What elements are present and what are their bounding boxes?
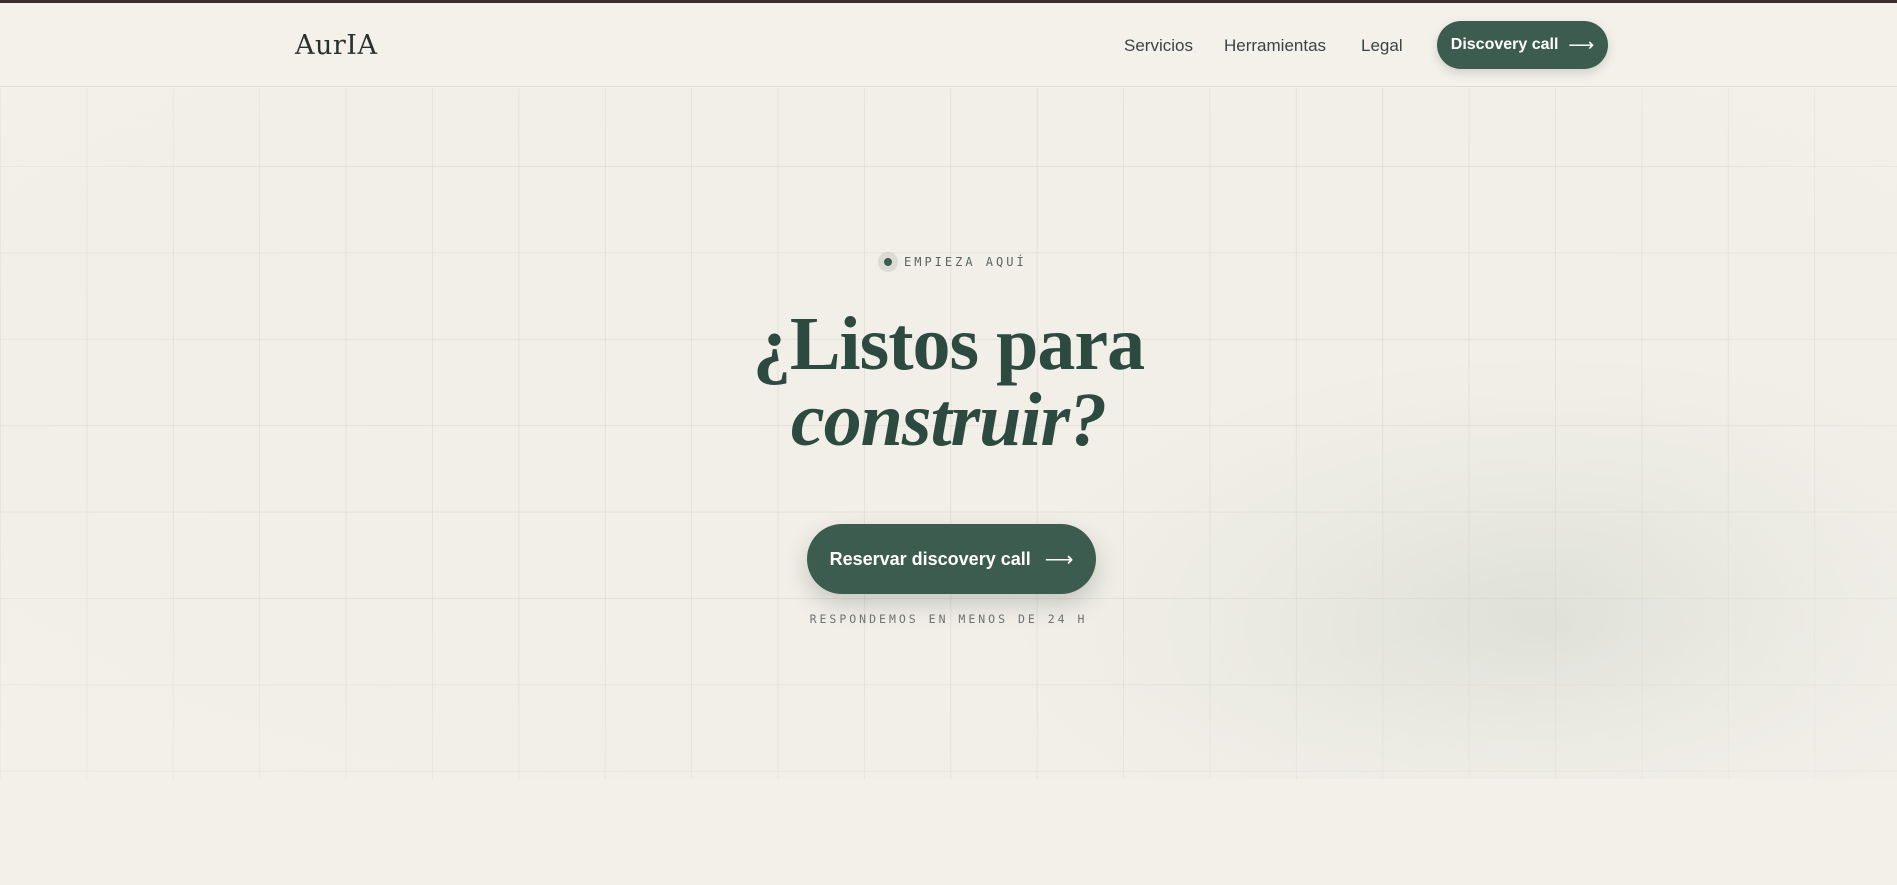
discovery-call-button[interactable]: Discovery call ⟶ <box>1437 21 1608 69</box>
hero-section: EMPIEZA AQUÍ ¿Listos para construir? Res… <box>0 88 1897 779</box>
reserve-discovery-call-button[interactable]: Reservar discovery call ⟶ <box>807 524 1096 594</box>
arrow-right-icon: ⟶ <box>1044 548 1074 571</box>
hero-headline: ¿Listos para construir? <box>0 306 1897 458</box>
reserve-discovery-call-label: Reservar discovery call <box>829 548 1031 569</box>
status-dot-icon <box>878 252 898 272</box>
headline-line-2: construir? <box>790 378 1107 462</box>
arrow-right-icon: ⟶ <box>1568 34 1595 55</box>
response-time-note: RESPONDEMOS EN MENOS DE 24 H <box>809 612 1088 626</box>
discovery-call-label: Discovery call <box>1450 36 1559 53</box>
site-header: AurIA Servicios Herramientas Legal Disco… <box>0 3 1897 87</box>
nav-link-servicios[interactable]: Servicios <box>1124 36 1193 56</box>
nav-link-herramientas[interactable]: Herramientas <box>1224 36 1326 56</box>
headline-line-1: ¿Listos para <box>752 302 1145 386</box>
eyebrow: EMPIEZA AQUÍ <box>878 252 1027 272</box>
brand-logo[interactable]: AurIA <box>295 30 377 61</box>
eyebrow-label: EMPIEZA AQUÍ <box>904 255 1027 269</box>
nav-link-legal[interactable]: Legal <box>1361 36 1403 56</box>
